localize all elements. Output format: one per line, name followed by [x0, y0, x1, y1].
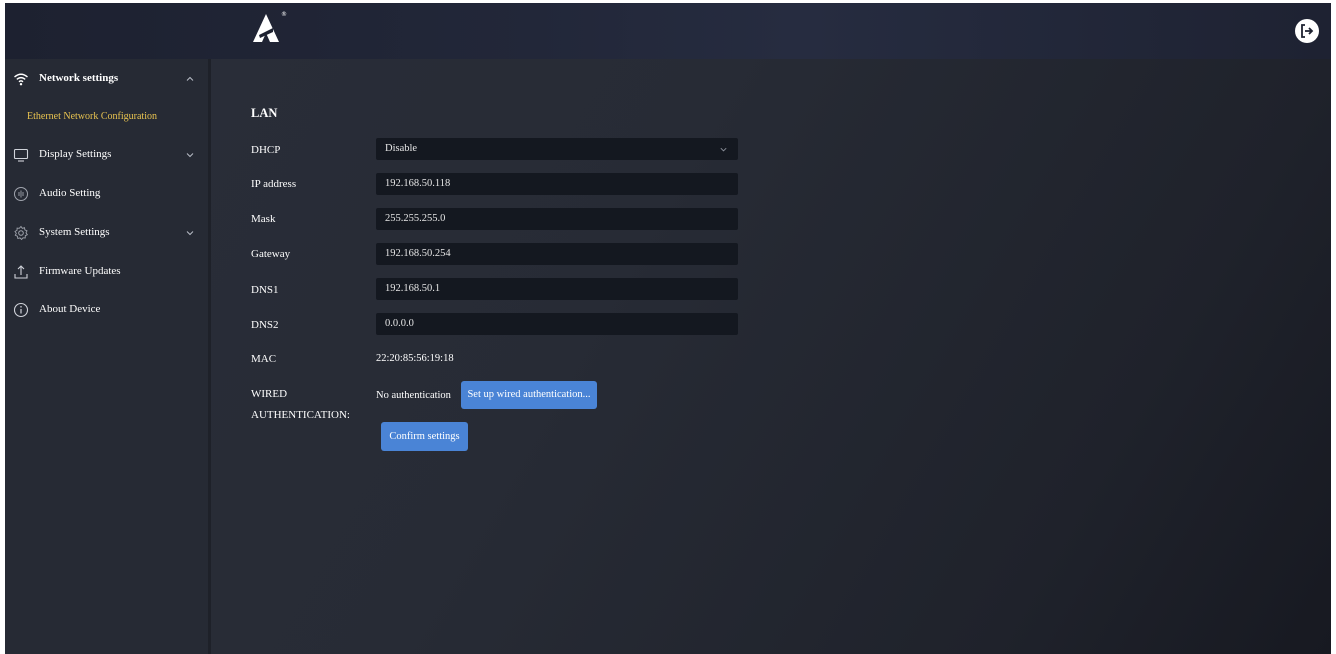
sidebar: Network settings Ethernet Network Config…: [5, 59, 208, 654]
sidebar-item-audio-setting[interactable]: Audio Setting: [5, 180, 208, 208]
mask-label: Mask: [251, 213, 276, 225]
sidebar-subitem-label: Ethernet Network Configuration: [27, 111, 157, 122]
chevron-down-icon: [720, 147, 727, 152]
sidebar-item-about-device[interactable]: About Device: [5, 296, 208, 324]
dns1-label: DNS1: [251, 284, 279, 296]
wired-auth-status: No authentication: [376, 390, 451, 401]
wired-auth-label-line1: WIRED: [251, 388, 288, 400]
app-window: ® Network settings Ethernet Network Conf…: [5, 3, 1331, 654]
top-header: ®: [5, 3, 1331, 59]
sidebar-item-network-settings[interactable]: Network settings: [5, 65, 208, 93]
ip-address-input[interactable]: 192.168.50.118: [376, 173, 738, 195]
sidebar-item-label: Audio Setting: [39, 187, 101, 199]
logout-icon: [1301, 24, 1314, 38]
gateway-label: Gateway: [251, 248, 291, 260]
brand-logo: [253, 14, 279, 42]
chevron-down-icon: [186, 231, 194, 236]
audio-icon: [14, 187, 28, 201]
sidebar-item-label: About Device: [39, 303, 101, 315]
sidebar-item-display-settings[interactable]: Display Settings: [5, 141, 208, 169]
registered-mark: ®: [281, 11, 287, 18]
dns2-input[interactable]: 0.0.0.0: [376, 313, 738, 335]
sidebar-item-label: Network settings: [39, 72, 119, 84]
sidebar-item-label: Firmware Updates: [39, 265, 121, 277]
wired-auth-label-line2: AUTHENTICATION:: [251, 409, 350, 421]
upload-icon: [14, 265, 28, 279]
gateway-input[interactable]: 192.168.50.254: [376, 243, 738, 265]
dns1-input[interactable]: 192.168.50.1: [376, 278, 738, 300]
sidebar-item-firmware-updates[interactable]: Firmware Updates: [5, 258, 208, 286]
setup-wired-auth-button[interactable]: Set up wired authentication...: [461, 381, 597, 409]
dhcp-label: DHCP: [251, 144, 281, 156]
monitor-icon: [13, 148, 29, 162]
dhcp-selected-value: Disable: [385, 143, 418, 154]
main-content: LAN DHCP Disable IP address 192.168.50.1…: [211, 59, 1331, 654]
wifi-icon: [14, 73, 28, 86]
chevron-up-icon: [186, 76, 194, 81]
gear-icon: [14, 225, 28, 241]
info-icon: [13, 302, 29, 318]
confirm-settings-button[interactable]: Confirm settings: [381, 422, 468, 451]
mac-label: MAC: [251, 353, 277, 365]
sidebar-subitem-ethernet-config[interactable]: Ethernet Network Configuration: [5, 104, 208, 130]
mask-input[interactable]: 255.255.255.0: [376, 208, 738, 230]
sidebar-item-label: Display Settings: [39, 148, 112, 160]
logout-button[interactable]: [1295, 19, 1319, 43]
sidebar-item-label: System Settings: [39, 226, 110, 238]
chevron-down-icon: [186, 153, 194, 158]
section-title: LAN: [251, 106, 278, 120]
ip-address-label: IP address: [251, 178, 297, 190]
dns2-label: DNS2: [251, 319, 279, 331]
dhcp-select[interactable]: Disable: [376, 138, 738, 160]
sidebar-item-system-settings[interactable]: System Settings: [5, 219, 208, 247]
mac-value: 22:20:85:56:19:18: [376, 353, 454, 364]
